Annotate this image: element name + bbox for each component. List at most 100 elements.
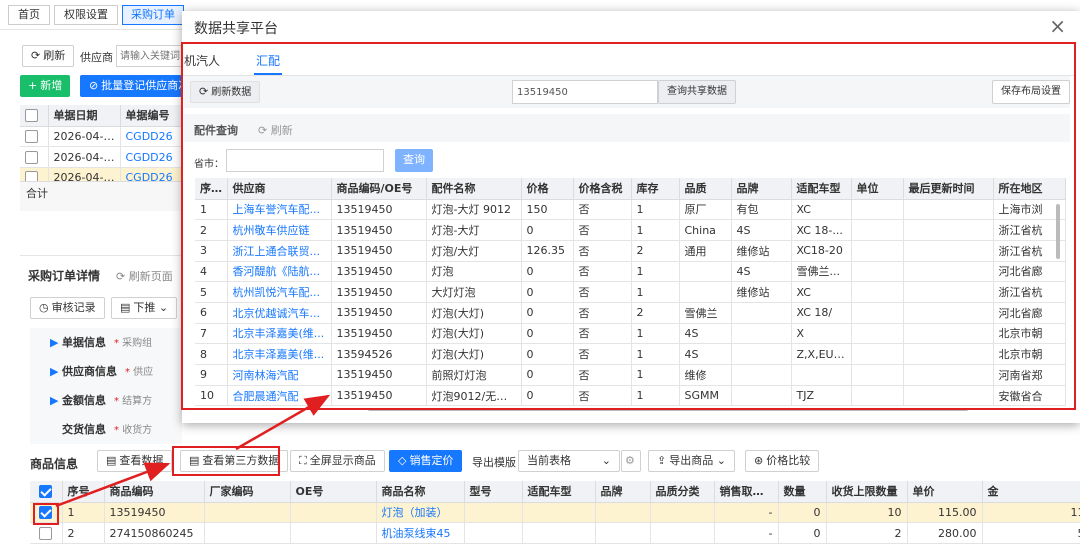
- row-checkbox[interactable]: [25, 130, 38, 144]
- template-settings-button[interactable]: ⚙: [621, 450, 641, 472]
- total-row: 合计: [20, 181, 182, 211]
- compare-icon: ⊛: [754, 454, 764, 467]
- batch-label: 批量登记供应商次: [101, 79, 182, 92]
- refresh-icon: ⟳: [31, 49, 41, 62]
- cell-max: 10: [826, 502, 908, 524]
- close-icon[interactable]: ×: [1049, 14, 1066, 38]
- col-qty: 数量: [778, 481, 827, 503]
- header-checkbox[interactable]: [20, 105, 49, 127]
- check-circle-icon: ⊘: [89, 79, 99, 92]
- document-icon: ▤: [120, 301, 131, 314]
- section-label: 供应商信息: [61, 365, 117, 378]
- table-row[interactable]: 2 274150860245 机油泵线束45 - 0 2 280.00 5: [30, 522, 1080, 544]
- refresh-button[interactable]: ⟳ 刷新: [22, 45, 75, 67]
- tab-purchase-order[interactable]: 采购订单: [122, 5, 184, 25]
- view-data-button[interactable]: ▤ 查看数据: [97, 450, 173, 472]
- template-value: 当前表格: [527, 454, 571, 467]
- plus-icon: +: [28, 79, 38, 92]
- detail-sections: ▶ 单据信息 * 采购组 ▶ 供应商信息 * 供应 ▶ 金额信息 * 结算方 交货信息…: [30, 328, 182, 444]
- col-name: 商品名称: [376, 481, 465, 503]
- table-row[interactable]: 2026-04-08 CGDD26: [20, 126, 183, 148]
- clock-icon: ◷: [39, 301, 49, 314]
- section-amount-info[interactable]: ▶ 金额信息 * 结算方: [30, 392, 182, 408]
- cell-date: 2026-04-08: [48, 126, 121, 148]
- col-code: 商品编码: [104, 481, 205, 503]
- cell-number[interactable]: CGDD26: [120, 146, 183, 168]
- price-compare-label: 价格比较: [766, 454, 811, 467]
- section-supplier-info[interactable]: ▶ 供应商信息 * 供应: [30, 363, 182, 379]
- highlight-third-party-button: [172, 446, 280, 476]
- caret-right-icon: ▶: [50, 394, 59, 407]
- audit-log-button[interactable]: ◷ 审核记录: [30, 297, 105, 319]
- detail-divider: [20, 255, 182, 256]
- table-row[interactable]: 2026-04-08 CGDD26: [20, 146, 183, 168]
- fullscreen-icon: ⛶: [299, 454, 307, 467]
- section-hint: * 供应: [124, 367, 154, 378]
- col-date: 单据日期: [48, 105, 121, 127]
- cell-number[interactable]: CGDD26: [120, 126, 183, 148]
- order-table: 单据日期 单据编号 2026-04-08 CGDD26 2026-04-08 CGDD…: [20, 105, 183, 189]
- row-checkbox[interactable]: [25, 150, 38, 164]
- section-delivery-info[interactable]: 交货信息 * 收货方: [30, 421, 182, 437]
- col-model: 型号: [464, 481, 523, 503]
- refresh-icon: ⟳: [116, 270, 126, 283]
- cell-name[interactable]: 机油泵线束45: [376, 522, 465, 544]
- col-factory-code: 厂家编码: [204, 481, 291, 503]
- header-checkbox[interactable]: [30, 481, 63, 503]
- tag-icon: ◇: [398, 454, 407, 467]
- col-brand: 品牌: [595, 481, 651, 503]
- section-label: 单据信息: [61, 336, 106, 349]
- push-down-button[interactable]: ▤ 下推 ⌄: [111, 297, 178, 319]
- export-template-label: 导出模版: [472, 456, 516, 469]
- col-cancel: 销售取消数: [714, 481, 779, 503]
- table-row[interactable]: 1 13519450 灯泡（加装） - 0 10 115.00 11: [30, 502, 1080, 524]
- col-oe: OE号: [290, 481, 377, 503]
- cell-cancel: -: [714, 502, 779, 524]
- batch-register-button[interactable]: ⊘ 批量登记供应商次: [80, 75, 182, 97]
- tab-home[interactable]: 首页: [8, 5, 50, 25]
- cell-no: 1: [62, 502, 105, 524]
- cell-price: 280.00: [907, 522, 983, 544]
- price-compare-button[interactable]: ⊛ 价格比较: [745, 450, 820, 472]
- export-goods-button[interactable]: ⇪ 导出商品 ⌄: [648, 450, 735, 472]
- col-amount: 金: [982, 481, 1080, 503]
- add-label: 新增: [40, 79, 63, 92]
- cell-qty: 0: [778, 522, 827, 544]
- supplier-input[interactable]: [116, 45, 182, 67]
- col-price: 单价: [907, 481, 983, 503]
- modal-title: 数据共享平台: [194, 21, 278, 37]
- caret-right-icon: ▶: [50, 336, 59, 349]
- highlight-modal-content: [181, 42, 1076, 410]
- detail-title: 采购订单详情: [28, 269, 101, 283]
- col-number: 单据编号: [120, 105, 183, 127]
- cell-cancel: -: [714, 522, 779, 544]
- highlight-row-checkbox: [33, 503, 59, 525]
- chevron-down-icon: ⌄: [716, 454, 726, 467]
- supplier-label: 供应商: [80, 51, 113, 64]
- col-fit-model: 适配车型: [522, 481, 596, 503]
- cell-price: 115.00: [907, 502, 983, 524]
- refresh-page-label: 刷新页面: [128, 270, 173, 283]
- row-checkbox[interactable]: [39, 526, 53, 540]
- fullscreen-goods-button[interactable]: ⛶ 全屏显示商品: [290, 450, 385, 472]
- refresh-label: 刷新: [43, 49, 66, 62]
- section-label: 交货信息: [62, 423, 106, 436]
- audit-log-label: 审核记录: [51, 301, 96, 314]
- tab-permission[interactable]: 权限设置: [54, 5, 118, 25]
- add-button[interactable]: + 新增: [20, 75, 71, 97]
- sales-pricing-button[interactable]: ◇ 销售定价: [389, 450, 463, 472]
- view-data-label: 查看数据: [119, 454, 164, 467]
- cell-amount: 5: [982, 522, 1080, 544]
- col-quality: 品质分类: [650, 481, 715, 503]
- col-max-qty: 收货上限数量: [826, 481, 908, 503]
- cell-code: 274150860245: [104, 522, 205, 544]
- refresh-page-link[interactable]: ⟳ 刷新页面: [116, 268, 173, 284]
- caret-right-icon: ▶: [50, 365, 59, 378]
- goods-title: 商品信息: [30, 457, 79, 471]
- gear-icon: ⚙: [625, 454, 635, 467]
- section-order-info[interactable]: ▶ 单据信息 * 采购组: [30, 334, 182, 350]
- cell-max: 2: [826, 522, 908, 544]
- template-select[interactable]: 当前表格 ⌄: [518, 450, 620, 472]
- col-no: 序号: [62, 481, 105, 503]
- cell-name[interactable]: 灯泡（加装）: [376, 502, 465, 524]
